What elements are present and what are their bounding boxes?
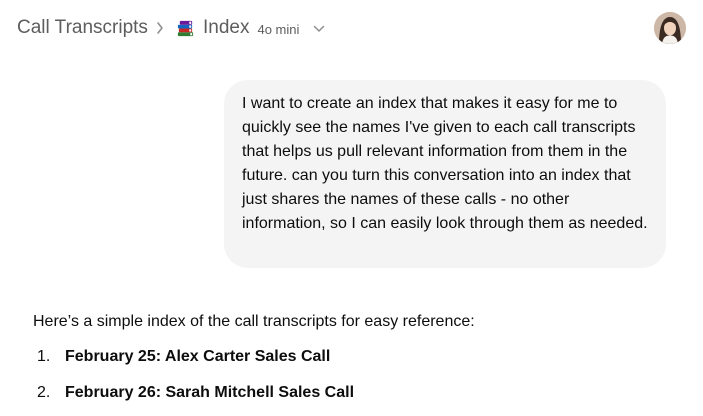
books-icon [177,20,194,36]
user-message-text: I want to create an index that makes it … [242,95,648,232]
user-avatar[interactable] [654,12,686,44]
model-name: 4o mini [257,21,300,37]
breadcrumb-project-label: Call Transcripts [17,17,148,38]
list-item-number: 1. [37,348,51,365]
model-selector[interactable]: Index 4o mini [176,17,325,39]
chevron-right-icon [157,22,163,34]
assistant-message: Here’s a simple index of the call transc… [33,310,673,401]
user-avatar-icon [654,12,686,44]
chevron-down-icon [314,25,325,32]
list-item: 1. February 25: Alex Carter Sales Call [33,345,330,369]
list-item-name: February 26: Sarah Mitchell Sales Call [65,384,355,401]
list-item-number: 2. [37,384,51,401]
chat-title: Index [203,17,250,38]
assistant-intro-text: Here’s a simple index of the call transc… [33,313,475,330]
user-message-bubble: I want to create an index that makes it … [224,80,666,268]
list-item-name: February 25: Alex Carter Sales Call [65,348,331,365]
breadcrumb-project-link[interactable]: Call Transcripts [17,17,148,39]
chat-header: Call Transcripts Index 4o mini [0,0,703,56]
list-item: 2. February 26: Sarah Mitchell Sales Cal… [33,381,354,405]
